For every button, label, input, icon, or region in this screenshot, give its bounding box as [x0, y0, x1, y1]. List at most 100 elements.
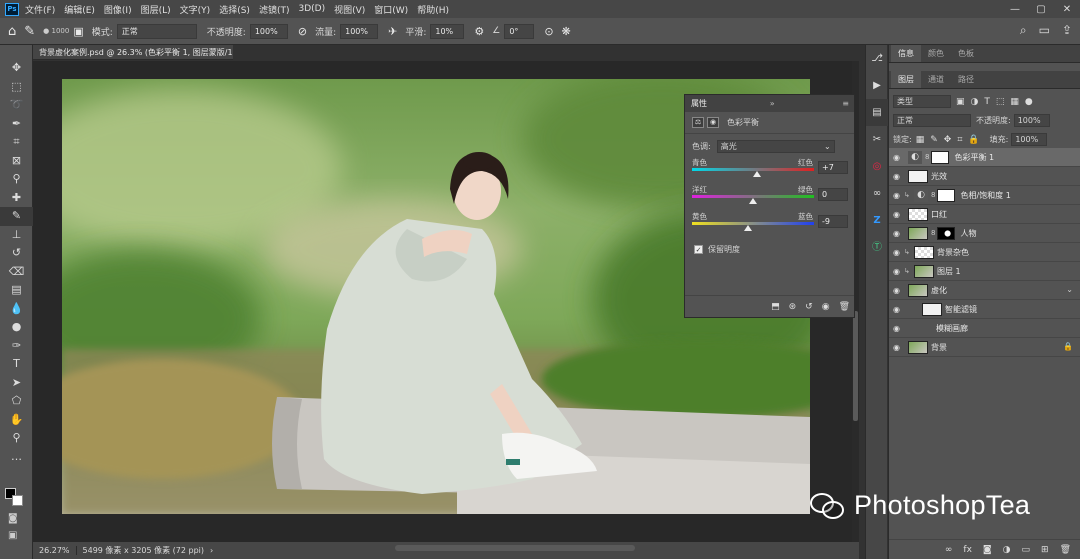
lock-artboard-icon[interactable]: ⌗: [957, 135, 962, 145]
layer-row[interactable]: ◉ 模糊画廊: [889, 319, 1080, 338]
visibility-eye-icon[interactable]: ◉: [889, 229, 904, 238]
zoom-level[interactable]: 26.27%: [33, 546, 77, 555]
layer-row[interactable]: ◉ 8 人物: [889, 224, 1080, 243]
tab-color[interactable]: 颜色: [921, 48, 951, 62]
marquee-tool-icon[interactable]: ⬚: [0, 78, 33, 97]
minimize-button[interactable]: —: [1002, 4, 1028, 15]
filter-pixel-icon[interactable]: ▣: [956, 97, 965, 107]
menu-type[interactable]: 文字(Y): [180, 3, 211, 16]
layer-row[interactable]: ◉ 光效: [889, 167, 1080, 186]
properties-dock-icon[interactable]: ▤: [866, 99, 888, 126]
mask-icon[interactable]: ◉: [707, 117, 719, 128]
panel-menu-icon[interactable]: ≡: [842, 99, 849, 108]
airbrush-icon[interactable]: ✈: [388, 25, 397, 38]
filter-type-icon[interactable]: T: [984, 97, 990, 107]
eyedropper-tool-icon[interactable]: ⚲: [0, 170, 33, 189]
menu-3d[interactable]: 3D(D): [298, 4, 325, 14]
lock-position-icon[interactable]: ✥: [944, 135, 952, 145]
lock-image-icon[interactable]: ✎: [930, 135, 938, 145]
visibility-eye-icon[interactable]: ◉: [889, 286, 904, 295]
dodge-tool-icon[interactable]: ●: [0, 318, 33, 337]
slider-value-input[interactable]: -9: [818, 215, 848, 228]
slider-handle[interactable]: [753, 171, 762, 177]
layer-mask-thumbnail[interactable]: [937, 226, 956, 240]
visibility-eye-icon[interactable]: ◉: [889, 343, 904, 352]
smoothing-input[interactable]: 10%: [430, 23, 465, 39]
lasso-tool-icon[interactable]: ➰: [0, 96, 33, 115]
add-mask-icon[interactable]: ◙: [983, 545, 992, 555]
hand-tool-icon[interactable]: ✋: [0, 411, 33, 430]
visibility-eye-icon[interactable]: ◉: [889, 248, 904, 257]
lock-transparent-icon[interactable]: ▦: [916, 135, 925, 145]
gradient-tool-icon[interactable]: ▤: [0, 281, 33, 300]
play-action-icon[interactable]: ▶: [866, 72, 888, 99]
filter-shape-icon[interactable]: ⬚: [996, 97, 1005, 107]
pen-tool-icon[interactable]: ✑: [0, 337, 33, 356]
healing-brush-tool-icon[interactable]: ✚: [0, 189, 33, 208]
pressure-size-icon[interactable]: ⊙: [544, 25, 553, 38]
flow-input[interactable]: 100%: [340, 23, 379, 39]
move-tool-icon[interactable]: ✥: [0, 59, 33, 78]
lock-all-icon[interactable]: 🔒: [968, 135, 979, 145]
quick-mask-icon[interactable]: ◙: [8, 513, 18, 524]
menu-layer[interactable]: 图层(L): [141, 3, 171, 16]
horizontal-scrollbar[interactable]: [395, 545, 635, 551]
crop-tool-icon[interactable]: ⌗: [0, 133, 33, 152]
smart-filter-toggle-icon[interactable]: ⌄: [1066, 285, 1073, 294]
filter-smart-icon[interactable]: ▦: [1010, 97, 1019, 107]
visibility-eye-icon[interactable]: ◉: [889, 191, 904, 200]
menu-help[interactable]: 帮助(H): [417, 3, 449, 16]
visibility-eye-icon[interactable]: ◉: [889, 267, 904, 276]
visibility-eye-icon[interactable]: ◉: [889, 305, 904, 314]
new-group-icon[interactable]: ▭: [1022, 545, 1031, 555]
brush-settings-icon[interactable]: ▣: [73, 25, 83, 38]
layer-row[interactable]: ◉ 虚化 ⌄: [889, 281, 1080, 300]
plugin-link-icon[interactable]: ∞: [866, 180, 888, 207]
maximize-button[interactable]: ▢: [1028, 4, 1054, 15]
more-tools-icon[interactable]: …: [0, 448, 33, 467]
blend-mode-select[interactable]: 正常: [893, 114, 971, 127]
yellow-blue-slider[interactable]: 黄色 蓝色 -9: [692, 211, 848, 234]
preserve-luminosity-checkbox[interactable]: ✓: [694, 245, 703, 254]
clip-to-layer-icon[interactable]: ⬒: [771, 302, 780, 312]
close-button[interactable]: ✕: [1054, 4, 1080, 15]
layer-row[interactable]: ◉ ↳ ◐ 8 色相/饱和度 1: [889, 186, 1080, 205]
layer-filter-select[interactable]: 类型: [893, 95, 951, 108]
eraser-tool-icon[interactable]: ⌫: [0, 263, 33, 282]
menu-select[interactable]: 选择(S): [219, 3, 250, 16]
tools-dock-icon[interactable]: ✂: [866, 126, 888, 153]
zoom-tool-icon[interactable]: ⚲: [0, 429, 33, 448]
mask-link-icon[interactable]: 8: [931, 191, 935, 199]
visibility-eye-icon[interactable]: ◉: [889, 153, 904, 162]
shape-tool-icon[interactable]: ⬠: [0, 392, 33, 411]
layer-opacity-input[interactable]: 100%: [1013, 114, 1050, 127]
history-icon[interactable]: ⎇: [866, 45, 888, 72]
layer-row[interactable]: ◉ 背景 🔒: [889, 338, 1080, 357]
document-info[interactable]: 5499 像素 x 3205 像素 (72 ppi): [77, 545, 211, 556]
new-adjustment-icon[interactable]: ◑: [1003, 545, 1011, 555]
opacity-input[interactable]: 100%: [249, 23, 288, 39]
properties-tab[interactable]: 属性 » ≡: [685, 95, 854, 112]
search-icon[interactable]: ⌕: [1020, 23, 1027, 38]
screen-mode-icon[interactable]: ▣: [8, 530, 17, 541]
filter-toggle-icon[interactable]: ●: [1025, 97, 1033, 107]
slider-value-input[interactable]: +7: [818, 161, 848, 174]
reset-icon[interactable]: ↺: [805, 302, 813, 312]
tab-channels[interactable]: 通道: [921, 74, 951, 88]
tab-info[interactable]: 信息: [891, 45, 921, 62]
menu-edit[interactable]: 编辑(E): [64, 3, 95, 16]
document-tab[interactable]: 背景虚化案例.psd @ 26.3% (色彩平衡 1, 图层蒙版/16) *: [33, 45, 233, 60]
magenta-green-slider[interactable]: 洋红 绿色 0: [692, 184, 848, 207]
new-layer-icon[interactable]: ⊞: [1041, 545, 1049, 555]
smoothing-gear-icon[interactable]: ⚙: [474, 25, 484, 38]
frame-tool-icon[interactable]: ⊠: [0, 152, 33, 171]
layer-row[interactable]: ◉ ◐ 8 色彩平衡 1: [889, 148, 1080, 167]
filter-adjustment-icon[interactable]: ◑: [971, 97, 979, 107]
menu-filter[interactable]: 滤镜(T): [259, 3, 290, 16]
type-tool-icon[interactable]: T: [0, 355, 33, 374]
tab-layers[interactable]: 图层: [891, 71, 921, 88]
pressure-opacity-icon[interactable]: ⊘: [298, 25, 307, 38]
slider-value-input[interactable]: 0: [818, 188, 848, 201]
delete-layer-icon[interactable]: 🗑: [1060, 545, 1071, 555]
share-icon[interactable]: ⇪: [1062, 23, 1072, 38]
